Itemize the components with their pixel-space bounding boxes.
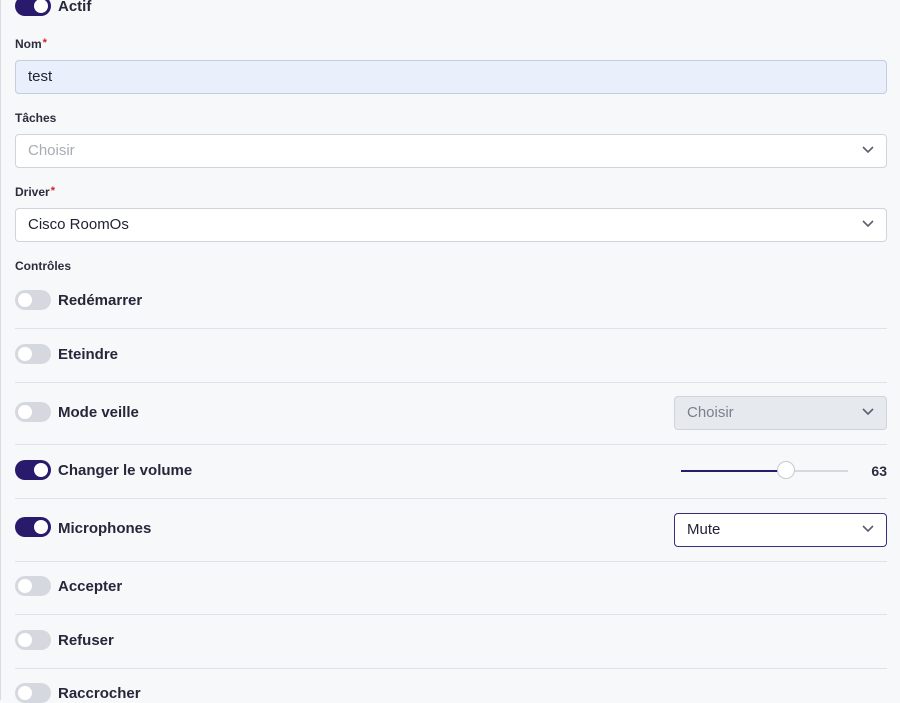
volume-label: Changer le volume — [58, 462, 193, 479]
toggle-knob — [18, 293, 32, 307]
toggle-knob — [18, 405, 32, 419]
tasks-label: Tâches — [15, 111, 57, 125]
standby-label: Mode veille — [58, 404, 139, 421]
toggle-knob — [18, 579, 32, 593]
restart-label: Redémarrer — [58, 292, 143, 309]
tasks-placeholder: Choisir — [28, 142, 75, 159]
volume-toggle[interactable] — [15, 460, 51, 480]
standby-select-placeholder: Choisir — [687, 404, 734, 421]
standby-toggle[interactable] — [15, 402, 51, 422]
shutdown-toggle[interactable] — [15, 344, 51, 364]
toggle-knob — [34, 0, 48, 13]
chevron-down-icon — [862, 408, 874, 416]
required-mark: * — [50, 185, 55, 197]
hangup-label: Raccrocher — [58, 685, 141, 702]
active-toggle[interactable] — [15, 0, 51, 16]
name-label-text: Nom — [15, 37, 42, 51]
microphones-select-value: Mute — [687, 521, 721, 538]
name-label: Nom* — [15, 37, 47, 51]
driver-value: Cisco RoomOs — [28, 216, 129, 233]
control-row-shutdown: Eteindre — [15, 344, 887, 383]
toggle-knob — [18, 686, 32, 700]
panel-left-border — [0, 0, 1, 700]
accept-label: Accepter — [58, 578, 123, 595]
tasks-select[interactable]: Choisir — [15, 134, 887, 168]
driver-select[interactable]: Cisco RoomOs — [15, 208, 887, 242]
control-row-standby: Mode veille Choisir — [15, 396, 887, 445]
microphones-select[interactable]: Mute — [674, 513, 887, 547]
toggle-knob — [34, 463, 48, 477]
volume-slider[interactable] — [681, 461, 848, 479]
control-row-microphones: Microphones Mute — [15, 513, 887, 562]
chevron-down-icon — [862, 525, 874, 533]
microphones-toggle[interactable] — [15, 517, 51, 537]
toggle-knob — [18, 347, 32, 361]
chevron-down-icon — [862, 220, 874, 228]
reject-toggle[interactable] — [15, 630, 51, 650]
volume-slider-thumb[interactable] — [777, 461, 796, 479]
name-input-value: test — [28, 68, 53, 85]
accept-toggle[interactable] — [15, 576, 51, 596]
driver-label-text: Driver — [15, 185, 50, 199]
toggle-knob — [18, 633, 32, 647]
chevron-down-icon — [862, 146, 874, 154]
driver-label: Driver* — [15, 185, 55, 199]
control-row-accept: Accepter — [15, 576, 887, 615]
toggle-knob — [34, 520, 48, 534]
reject-label: Refuser — [58, 632, 114, 649]
control-row-restart: Redémarrer — [15, 290, 887, 329]
required-mark: * — [42, 37, 47, 49]
active-label: Actif — [58, 0, 92, 15]
hangup-toggle[interactable] — [15, 683, 51, 703]
microphones-label: Microphones — [58, 520, 152, 537]
control-row-reject: Refuser — [15, 630, 887, 669]
control-row-volume: Changer le volume 63 — [15, 460, 887, 499]
restart-toggle[interactable] — [15, 290, 51, 310]
volume-value: 63 — [871, 463, 887, 479]
controls-title: Contrôles — [15, 259, 72, 273]
shutdown-label: Eteindre — [58, 346, 119, 363]
standby-select[interactable]: Choisir — [674, 396, 887, 430]
name-input[interactable]: test — [15, 60, 887, 94]
volume-slider-fill — [681, 470, 787, 472]
